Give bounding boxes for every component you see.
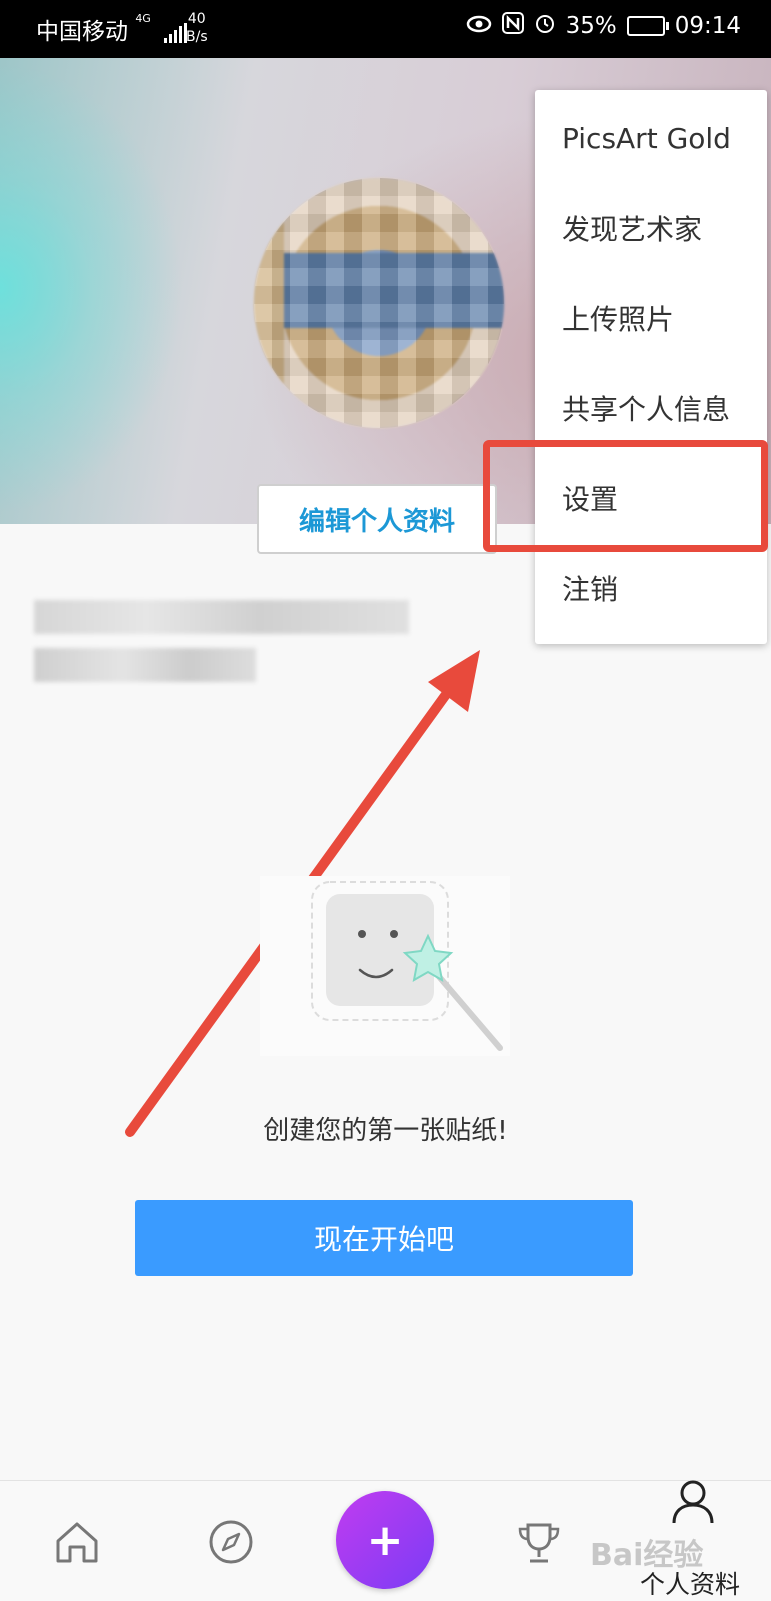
- avatar-mosaic-overlay: [254, 178, 504, 428]
- compass-icon[interactable]: [206, 1517, 256, 1567]
- overflow-menu: PicsArt Gold 发现艺术家 上传照片 共享个人信息 设置 注销: [535, 90, 767, 644]
- profile-icon[interactable]: [668, 1477, 718, 1527]
- carrier-info: 中国移动 4G: [36, 12, 188, 46]
- speed-value: 40: [187, 11, 206, 27]
- battery-icon: [626, 16, 669, 36]
- signal-icon: [164, 22, 188, 43]
- clock: 09:14: [674, 13, 741, 39]
- edit-profile-button[interactable]: 编辑个人资料: [257, 484, 497, 554]
- home-icon[interactable]: [52, 1517, 102, 1567]
- menu-item-discover-artists[interactable]: 发现艺术家: [535, 182, 767, 274]
- start-now-button[interactable]: 现在开始吧: [135, 1200, 633, 1276]
- carrier-name: 中国移动: [36, 19, 128, 45]
- settings-highlight-box: [483, 440, 768, 552]
- menu-item-picsart-gold[interactable]: PicsArt Gold: [535, 92, 767, 184]
- blurred-username: [34, 600, 409, 634]
- speed-unit: B/s: [186, 29, 208, 45]
- status-icons: 35% 09:14: [466, 12, 741, 40]
- create-plus-button[interactable]: +: [336, 1491, 434, 1589]
- trophy-icon[interactable]: [514, 1517, 564, 1567]
- plus-icon: +: [366, 1514, 404, 1566]
- baidu-watermark: Bai经验: [590, 1538, 704, 1573]
- nfc-icon: [501, 12, 524, 40]
- battery-percent: 35%: [565, 13, 617, 39]
- status-bar: 中国移动 4G 40 B/s 35% 09:14: [0, 0, 771, 58]
- eye-icon: [466, 13, 492, 39]
- empty-state-message: 创建您的第一张贴纸!: [263, 1116, 508, 1146]
- blurred-user-info: [34, 648, 256, 682]
- menu-item-upload-photo[interactable]: 上传照片: [535, 272, 767, 364]
- menu-item-logout[interactable]: 注销: [535, 542, 767, 634]
- sticker-illustration: [260, 876, 510, 1056]
- alarm-icon: [534, 12, 556, 40]
- network-speed: 40 B/s: [186, 10, 208, 46]
- network-type: 4G: [135, 12, 151, 25]
